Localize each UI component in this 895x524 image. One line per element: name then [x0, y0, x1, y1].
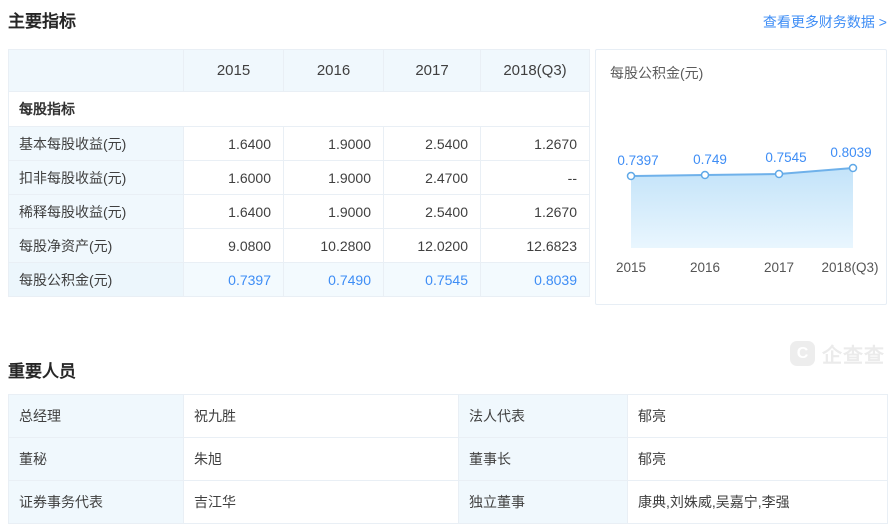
chart-point	[776, 171, 783, 178]
cell-value: 2.4700	[384, 161, 481, 195]
personnel-row: 总经理 祝九胜 法人代表 郁亮	[9, 395, 888, 438]
chart-area-fill	[631, 168, 853, 248]
row-label: 每股净资产(元)	[9, 229, 184, 263]
indicators-header-row: 2015 2016 2017 2018(Q3)	[9, 50, 590, 92]
personnel-label: 证券事务代表	[9, 481, 184, 524]
cell-value: 1.6400	[184, 195, 284, 229]
cell-value: 0.7397	[184, 263, 284, 297]
personnel-label: 独立董事	[459, 481, 628, 524]
indicators-and-chart-row: 2015 2016 2017 2018(Q3) 每股指标 基本每股收益(元) 1…	[8, 49, 887, 305]
personnel-table: 总经理 祝九胜 法人代表 郁亮 董秘 朱旭 董事长 郁亮 证券事务代表 吉江华 …	[8, 394, 888, 524]
indicator-row-reserve-per-share[interactable]: 每股公积金(元) 0.7397 0.7490 0.7545 0.8039	[9, 263, 590, 297]
cell-value: 12.6823	[481, 229, 590, 263]
personnel-label: 法人代表	[459, 395, 628, 438]
indicator-row-basic-eps[interactable]: 基本每股收益(元) 1.6400 1.9000 2.5400 1.2670	[9, 127, 590, 161]
chart-point	[850, 165, 857, 172]
cell-value: 1.2670	[481, 127, 590, 161]
cell-value: 9.0800	[184, 229, 284, 263]
cell-value: 0.8039	[481, 263, 590, 297]
personnel-label: 总经理	[9, 395, 184, 438]
page-title-personnel: 重要人员	[8, 361, 76, 382]
col-header-2015: 2015	[184, 50, 284, 92]
cell-value: 10.2800	[284, 229, 384, 263]
group-header-row: 每股指标	[9, 92, 590, 127]
chart-axis-label: 2017	[764, 260, 794, 275]
personnel-row: 董秘 朱旭 董事长 郁亮	[9, 438, 888, 481]
indicator-row-deducted-eps[interactable]: 扣非每股收益(元) 1.6000 1.9000 2.4700 --	[9, 161, 590, 195]
col-header-2017: 2017	[384, 50, 481, 92]
main-indicators-header: 主要指标 查看更多财务数据 >	[8, 0, 887, 32]
personnel-value: 郁亮	[628, 395, 888, 438]
cell-value: 1.9000	[284, 161, 384, 195]
group-header-label: 每股指标	[9, 92, 590, 127]
chart-value-label: 0.7397	[617, 153, 658, 168]
personnel-row: 证券事务代表 吉江华 独立董事 康典,刘姝威,吴嘉宁,李强	[9, 481, 888, 524]
chart-value-label: 0.749	[693, 152, 727, 167]
personnel-label: 董秘	[9, 438, 184, 481]
cell-value: --	[481, 161, 590, 195]
personnel-value: 朱旭	[184, 438, 459, 481]
reserve-per-share-chart-panel: 每股公积金(元) 0.7397 0.749 0.7545 0.8039	[595, 49, 887, 305]
reserve-per-share-line-chart: 0.7397 0.749 0.7545 0.8039 2015 2016 201…	[596, 50, 892, 304]
chart-value-label: 0.8039	[830, 145, 871, 160]
indicator-row-net-assets-per-share[interactable]: 每股净资产(元) 9.0800 10.2800 12.0200 12.6823	[9, 229, 590, 263]
row-label: 每股公积金(元)	[9, 263, 184, 297]
cell-value: 0.7490	[284, 263, 384, 297]
chart-point	[628, 173, 635, 180]
personnel-value: 康典,刘姝威,吴嘉宁,李强	[628, 481, 888, 524]
indicators-table: 2015 2016 2017 2018(Q3) 每股指标 基本每股收益(元) 1…	[8, 49, 590, 297]
chart-point	[702, 172, 709, 179]
financial-overview-page: 主要指标 查看更多财务数据 > 2015 2016 2017 2018(Q3) …	[0, 0, 895, 524]
cell-value: 1.6000	[184, 161, 284, 195]
personnel-value: 祝九胜	[184, 395, 459, 438]
col-header-2016: 2016	[284, 50, 384, 92]
personnel-value: 吉江华	[184, 481, 459, 524]
cell-value: 2.5400	[384, 195, 481, 229]
page-title-main-indicators: 主要指标	[8, 11, 76, 32]
row-label: 稀释每股收益(元)	[9, 195, 184, 229]
cell-value: 2.5400	[384, 127, 481, 161]
personnel-label: 董事长	[459, 438, 628, 481]
chart-value-label: 0.7545	[765, 150, 806, 165]
personnel-value: 郁亮	[628, 438, 888, 481]
row-label: 扣非每股收益(元)	[9, 161, 184, 195]
cell-value: 1.9000	[284, 127, 384, 161]
more-financial-data-link[interactable]: 查看更多财务数据 >	[763, 12, 887, 32]
chart-axis-label: 2016	[690, 260, 720, 275]
cell-value: 1.6400	[184, 127, 284, 161]
cell-value: 1.2670	[481, 195, 590, 229]
cell-value: 1.9000	[284, 195, 384, 229]
cell-value: 0.7545	[384, 263, 481, 297]
personnel-header: 重要人员	[8, 350, 887, 382]
chart-axis-label: 2018(Q3)	[821, 260, 878, 275]
row-label: 基本每股收益(元)	[9, 127, 184, 161]
cell-value: 12.0200	[384, 229, 481, 263]
empty-corner-cell	[9, 50, 184, 92]
indicator-row-diluted-eps[interactable]: 稀释每股收益(元) 1.6400 1.9000 2.5400 1.2670	[9, 195, 590, 229]
chart-axis-label: 2015	[616, 260, 646, 275]
col-header-2018q3: 2018(Q3)	[481, 50, 590, 92]
